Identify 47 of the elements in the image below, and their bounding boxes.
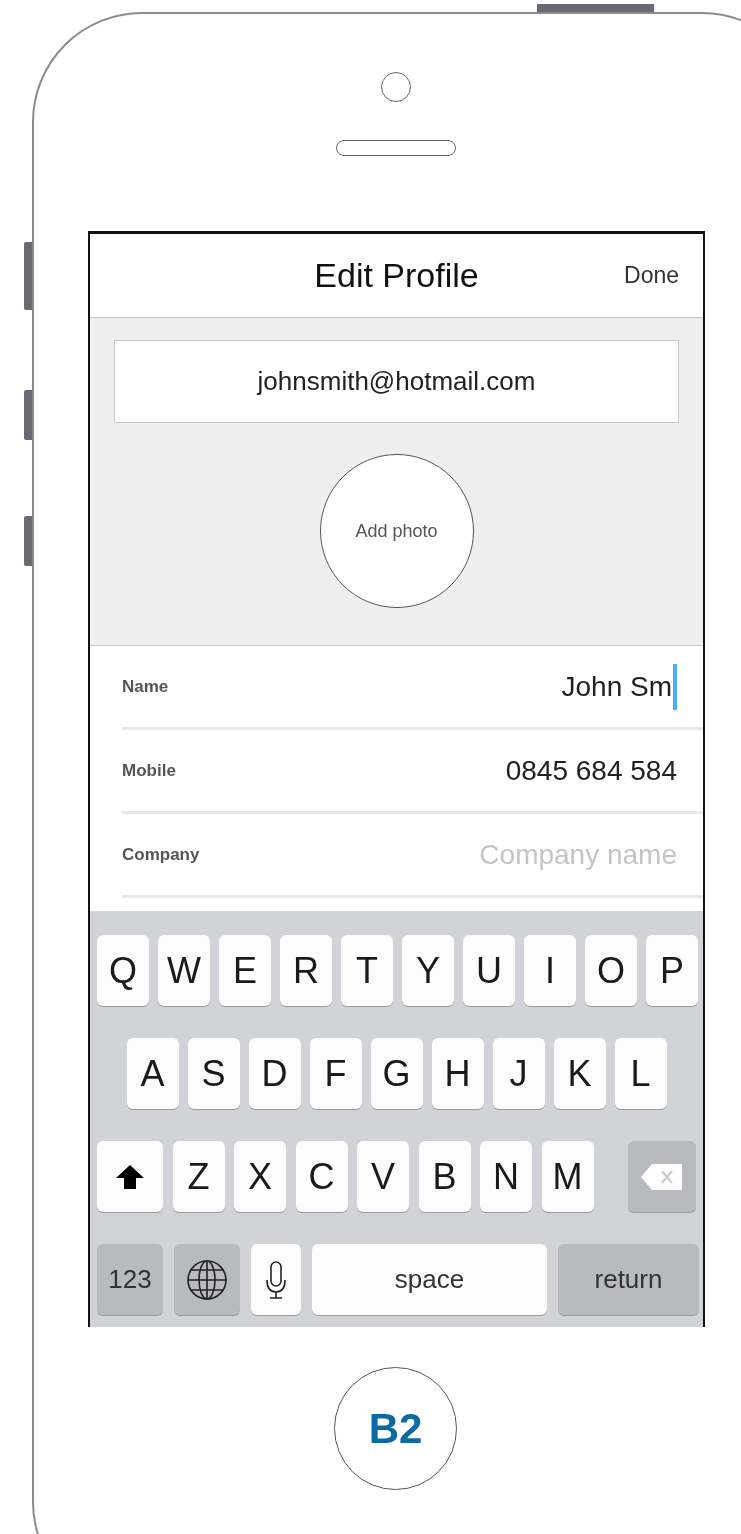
text-field[interactable]: 0845 684 584 [505,749,677,792]
field-label: Name [122,675,169,698]
key[interactable]: G [370,1038,423,1109]
globe-key[interactable] [174,1244,240,1315]
key[interactable]: H [431,1038,484,1109]
key[interactable]: P [646,935,698,1006]
key[interactable]: S [187,1038,240,1109]
text-field[interactable]: John Sm [561,663,677,710]
key[interactable]: K [553,1038,606,1109]
return-key[interactable]: return [558,1244,699,1315]
key[interactable]: M [541,1141,594,1212]
shift-key[interactable] [97,1141,163,1212]
field-label: Company [122,843,200,866]
key[interactable]: T [341,935,393,1006]
globe-icon [186,1258,228,1301]
key[interactable]: W [158,935,210,1006]
key[interactable]: X [234,1141,286,1212]
up-arrow-icon [115,1163,145,1190]
done-button[interactable]: Done [624,258,679,293]
email-field[interactable]: johnsmith@hotmail.com [114,340,679,423]
key[interactable]: F [309,1038,362,1109]
space-key[interactable]: space [312,1244,547,1315]
microphone-icon [264,1259,288,1300]
backspace-icon [640,1161,684,1192]
key[interactable]: A [126,1038,179,1109]
key[interactable]: E [219,935,271,1006]
key[interactable]: U [463,935,515,1006]
numbers-key[interactable]: 123 [97,1244,163,1315]
key[interactable]: V [357,1141,409,1212]
key[interactable]: B [418,1141,471,1212]
key[interactable]: Z [172,1141,225,1212]
key[interactable]: O [585,935,637,1006]
key[interactable]: D [248,1038,301,1109]
add-photo-button[interactable]: Add photo [319,454,474,608]
key[interactable]: N [480,1141,532,1212]
key[interactable]: R [280,935,332,1006]
key[interactable]: C [295,1141,348,1212]
key[interactable]: I [524,935,576,1006]
field-label: Mobile [122,759,176,782]
screen-title: Edit Profile [314,255,479,296]
key[interactable]: Y [402,935,454,1006]
key[interactable]: Q [97,935,149,1006]
text-cursor [673,663,677,710]
home-button[interactable]: B2 [334,1367,457,1490]
key[interactable]: J [492,1038,545,1109]
key[interactable]: L [614,1038,667,1109]
microphone-key[interactable] [251,1244,301,1315]
